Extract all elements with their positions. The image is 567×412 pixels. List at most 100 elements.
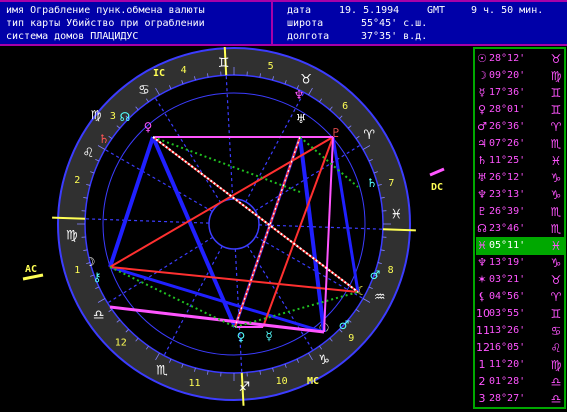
zodiac-sign-icon: ♊ [548,84,564,102]
body-glyph-icon: ☽ [476,67,488,85]
chart-info-panel: имя Ограбление пунк.обмена валюты тип ка… [0,2,273,44]
zodiac-sign-icon: ♏ [156,364,168,379]
position-degree: 13°26' [489,322,525,340]
time-value: 9 ч. 50 мин. [471,5,543,17]
planet-glyph-icon: ♀ [144,120,153,134]
zodiac-sign-icon: ♍ [548,356,564,374]
zodiac-sign-icon: ♉ [300,72,312,87]
position-row: ☉28°12'♉ [476,50,565,68]
position-row: ♆13°19'♑ [476,254,565,272]
position-degree: 16°05' [489,339,525,357]
zodiac-sign-icon: ♎ [93,308,105,323]
aspect-line-blue [300,137,324,332]
chart-header: имя Ограбление пунк.обмена валюты тип ка… [0,0,567,46]
position-degree: 01°28' [489,373,525,391]
body-glyph-icon: 11 [476,322,488,340]
body-glyph-icon: 3 [476,390,488,408]
planet-glyph-icon: ☊ [120,110,131,124]
zodiac-sign-icon: ♌ [83,146,95,161]
ac-axis-marker [52,218,85,219]
position-degree: 17°36' [489,84,525,102]
aspect-line-blue [110,267,324,332]
position-row: 111°20' ♍ [476,356,565,374]
house-number: 5 [268,61,274,72]
planet-glyph-icon: ♅ [296,112,307,126]
planet-glyph-icon: ♄ [99,132,110,146]
position-degree: 23°46' [489,220,525,238]
zodiac-sign-icon: ♓ [390,208,402,223]
zodiac-sign-icon: ♐ [239,380,251,395]
position-row: ♄11°25'♓ [476,152,565,170]
house-cusp-line [105,150,212,212]
house-number: 3 [110,111,116,122]
position-row: ♓05°11'♓ [476,237,565,255]
position-degree: 13°19' [489,254,525,272]
house-number: 7 [388,178,394,189]
position-degree: 11°20' [489,356,525,374]
house-number: 11 [189,378,201,389]
chart-name-line: имя Ограбление пунк.обмена валюты [6,5,205,17]
dc-tick [430,169,444,175]
position-degree: 28°12' [489,50,525,68]
timezone-label: GMT [427,5,445,17]
body-glyph-icon: ♀ [476,101,488,119]
aspect-line-pink [324,137,333,332]
body-glyph-icon: 1 [476,356,488,374]
positions-list: ☉28°12'♉☽09°20'♍☿17°36'♊♀28°01'♊♂26°36'♈… [473,47,566,409]
zodiac-sign-icon: ♎ [548,390,564,408]
position-degree: 03°21' [489,271,525,289]
zodiac-sign-icon: ♓ [548,237,564,255]
ac-tick [23,275,43,279]
position-row: ☽09°20'♍ [476,67,565,85]
position-degree: 04°56' [489,288,525,306]
position-row: ♂26°36'♈ [476,118,565,136]
planet-glyph-icon: ♄ [367,176,378,190]
position-degree: 26°36' [489,118,525,136]
aspect-line-blue [153,137,235,327]
body-glyph-icon: ♄ [476,152,488,170]
house-system-line: система домов ПЛАЦИДУС [6,31,138,43]
ac-label: AC [25,264,37,275]
zodiac-sign-icon: ♊ [548,101,564,119]
planet-glyph-icon: ♂ [370,268,381,282]
position-degree: 26°12' [489,169,525,187]
zodiac-sign-icon: ♋ [548,322,564,340]
longitude-value: 37°35' в.д. [361,31,427,43]
position-row: 201°28'♎ [476,373,565,391]
aspect-line-blue [333,137,358,292]
date-value: 19. 5.1994 [339,5,399,17]
position-row: ♇26°39'♏ [476,203,565,221]
house-cusp-line [164,246,222,355]
zodiac-sign-icon: ♋ [138,83,150,98]
zodiac-sign-icon: ♑ [548,254,564,272]
body-glyph-icon: 12 [476,339,488,357]
position-degree: 26°39' [489,203,525,221]
zodiac-sign-icon: ♊ [548,305,564,323]
house-cusp-line [256,237,363,299]
planet-glyph-icon: ♀ [237,330,246,344]
planet-glyph-icon: ☽ [85,255,96,269]
position-row: ☊23°46' ♏ [476,220,565,238]
planet-glyph-icon: ♂ [339,318,350,332]
planet-glyph-icon: ☿ [265,329,272,343]
latitude-label: широта [287,18,323,30]
zodiac-sign-icon: ♉ [548,50,564,68]
position-row: ♆23°13'♑ [476,186,565,204]
planet-glyph-icon: ⚷ [93,270,102,284]
zodiac-sign-icon: ♈ [548,288,564,306]
zodiac-sign-icon: ♑ [318,353,330,368]
wheel-hub [209,199,259,249]
zodiac-sign-icon: ♏ [548,220,564,238]
zodiac-sign-icon: ♓ [548,152,564,170]
zodiac-sign-icon: ♍ [548,67,564,85]
body-glyph-icon: ♅ [476,169,488,187]
body-glyph-icon: ☊ [476,220,488,238]
zodiac-sign-icon: ♊ [218,56,230,71]
position-row: ⚸04°56'♈ [476,288,565,306]
position-row: 328°27'♎ [476,390,565,408]
position-degree: 03°55' [489,305,525,323]
zodiac-sign-icon: ♍ [66,228,78,243]
body-glyph-icon: ♂ [476,118,488,136]
body-glyph-icon: ♆ [476,186,488,204]
chart-type-line: тип карты Убийство при ограблении [6,18,205,30]
